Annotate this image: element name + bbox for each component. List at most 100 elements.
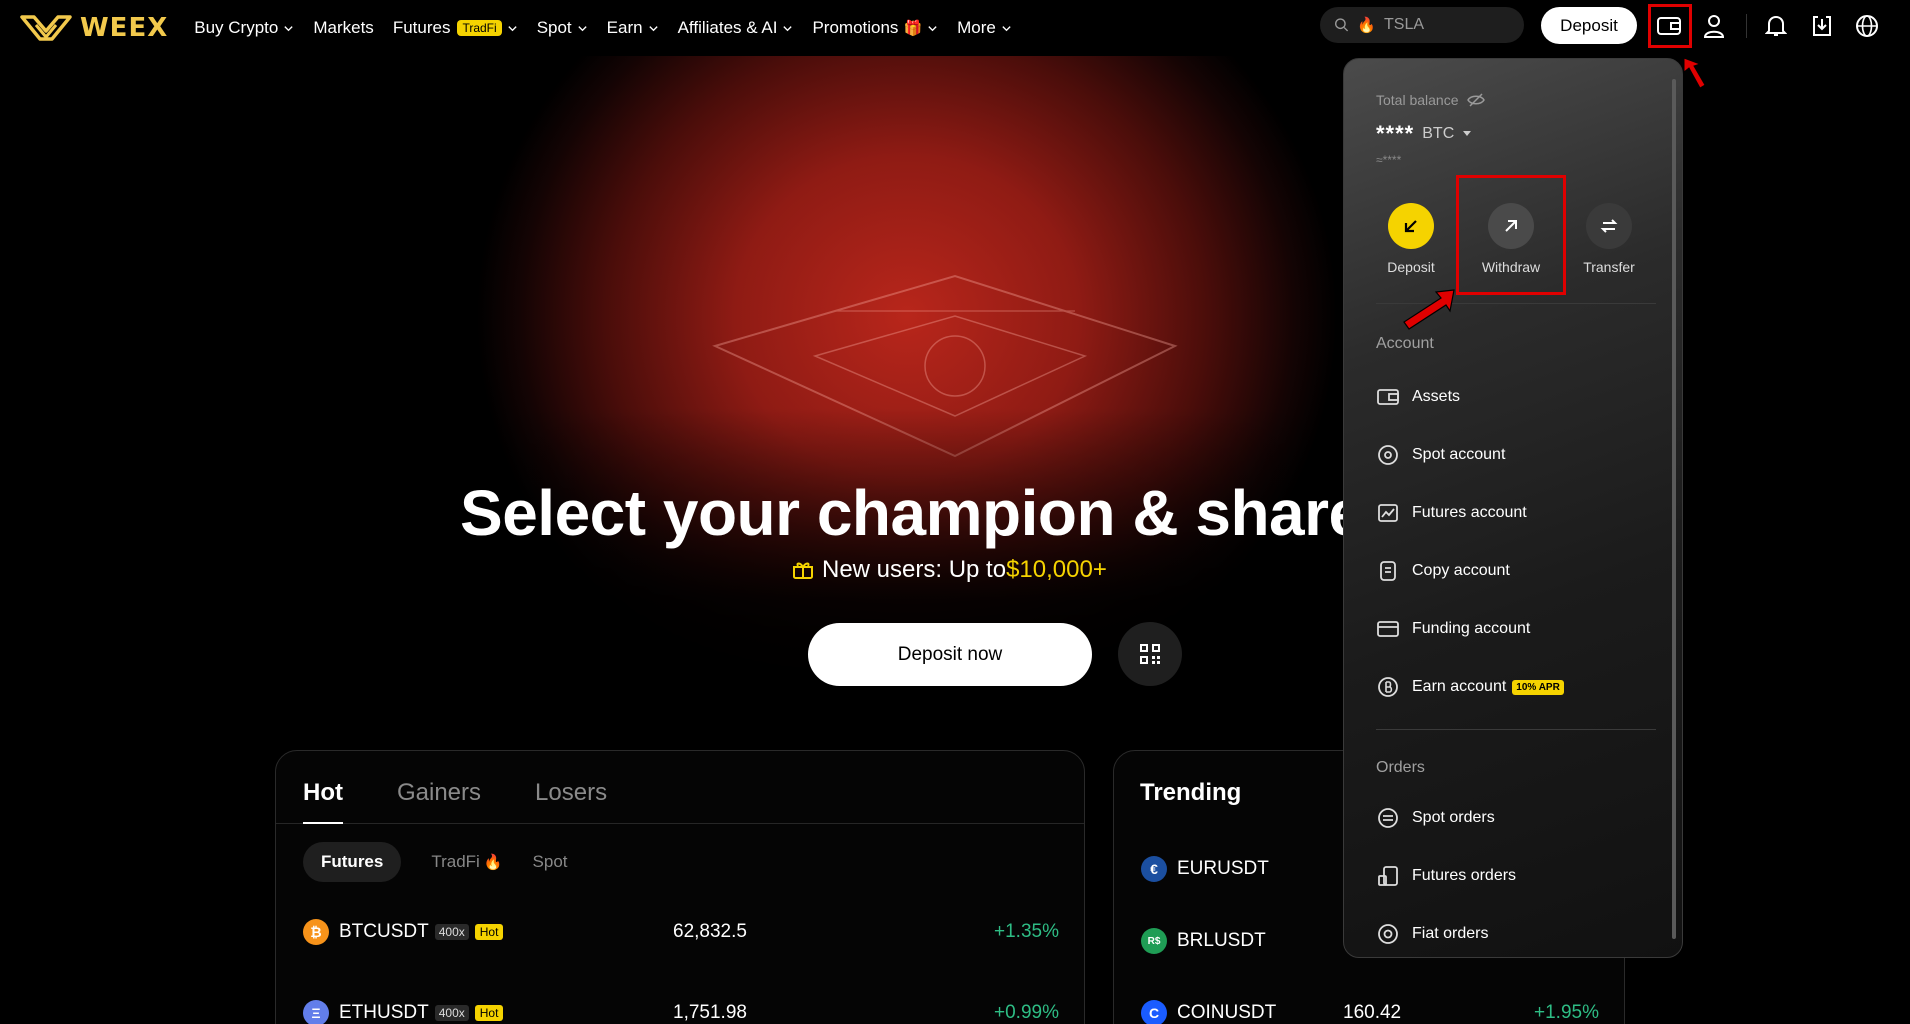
subtab-tradfi[interactable]: TradFi 🔥 bbox=[431, 852, 502, 872]
menu-label: Spot orders bbox=[1412, 809, 1495, 826]
deposit-now-button[interactable]: Deposit now bbox=[808, 623, 1092, 686]
deposit-button[interactable]: Deposit bbox=[1541, 7, 1637, 44]
menu-label: Funding account bbox=[1412, 620, 1531, 637]
menu-futures-orders[interactable]: Futures orders bbox=[1376, 861, 1656, 891]
nav-label: Promotions bbox=[812, 18, 899, 37]
wallet-transfer-action[interactable]: Transfer bbox=[1564, 203, 1654, 275]
eye-off-icon[interactable] bbox=[1466, 93, 1485, 107]
transfer-icon bbox=[1586, 203, 1632, 249]
symbol: EURUSDT bbox=[1177, 858, 1269, 879]
menu-spot-account[interactable]: Spot account bbox=[1376, 440, 1656, 470]
copy-icon bbox=[1380, 561, 1396, 581]
price: 160.42 bbox=[1343, 1002, 1402, 1023]
nav-earn[interactable]: Earn bbox=[607, 18, 659, 38]
bell-icon bbox=[1765, 15, 1787, 36]
nav-spot[interactable]: Spot bbox=[537, 18, 588, 38]
qr-code-icon bbox=[1140, 644, 1160, 664]
trending-row[interactable]: C COINUSDT 160.42 +1.95% bbox=[1114, 993, 1626, 1024]
qr-code-button[interactable] bbox=[1118, 622, 1182, 686]
tab-losers[interactable]: Losers bbox=[535, 779, 607, 824]
nav-buy-crypto[interactable]: Buy Crypto bbox=[194, 18, 294, 38]
coinbase-coin-icon: C bbox=[1141, 1000, 1167, 1024]
change: +1.35% bbox=[994, 921, 1059, 942]
menu-label: Assets bbox=[1412, 388, 1461, 405]
leverage-badge: 400x bbox=[434, 924, 469, 940]
hero-subtitle: New users: Up to $10,000+ bbox=[792, 556, 1107, 584]
chevron-down-icon bbox=[648, 25, 658, 31]
hot-badge: Hot bbox=[474, 1005, 504, 1021]
market-row[interactable]: ₿ BTCUSDT 400x Hot 62,832.5 +1.35% bbox=[276, 912, 1086, 952]
nav-markets[interactable]: Markets bbox=[313, 18, 373, 38]
total-balance-text: Total balance bbox=[1376, 92, 1459, 108]
menu-futures-account[interactable]: Futures account bbox=[1376, 498, 1656, 528]
nav-label: Markets bbox=[313, 18, 374, 37]
wallet-icon bbox=[1377, 389, 1399, 405]
nav-more[interactable]: More bbox=[957, 18, 1012, 38]
apr-badge: 10% APR bbox=[1512, 679, 1564, 695]
search-input[interactable] bbox=[1384, 16, 1524, 34]
globe-icon bbox=[1856, 15, 1878, 37]
menu-spot-orders[interactable]: Spot orders bbox=[1376, 803, 1656, 833]
download-button[interactable] bbox=[1808, 12, 1836, 40]
leverage-badge: 400x bbox=[434, 1005, 469, 1021]
top-nav: WEEX Buy Crypto Markets Futures TradFi S… bbox=[0, 0, 1910, 56]
chevron-down-icon bbox=[284, 25, 293, 31]
change: +0.99% bbox=[994, 1002, 1059, 1023]
wallet-dropdown: Total balance **** BTC ≈**** Deposit Wit… bbox=[1343, 58, 1683, 958]
weex-logo[interactable]: WEEX bbox=[20, 13, 168, 43]
gift-icon: 🎁 bbox=[903, 20, 923, 37]
market-panel: Hot Gainers Losers Futures TradFi 🔥 Spot… bbox=[275, 750, 1085, 1024]
total-balance-label: Total balance bbox=[1376, 92, 1485, 108]
dropdown-scrollbar[interactable] bbox=[1672, 79, 1676, 939]
search-box[interactable]: 🔥 bbox=[1320, 7, 1524, 43]
change: +1.95% bbox=[1534, 1002, 1599, 1023]
symbol: ETHUSDT bbox=[339, 1002, 429, 1023]
withdraw-highlight-box bbox=[1456, 175, 1566, 295]
weex-logo-icon bbox=[20, 15, 72, 41]
user-button[interactable] bbox=[1700, 12, 1728, 40]
card-icon bbox=[1377, 621, 1399, 637]
futures-icon bbox=[1378, 504, 1398, 522]
nav-divider bbox=[1746, 14, 1747, 38]
brl-coin-icon: R$ bbox=[1141, 928, 1167, 954]
search-icon bbox=[1335, 18, 1349, 32]
market-tabs: Hot Gainers Losers bbox=[276, 751, 1084, 824]
earn-icon bbox=[1378, 677, 1398, 697]
nav-label: More bbox=[957, 18, 996, 37]
download-icon bbox=[1813, 16, 1831, 36]
menu-funding-account[interactable]: Funding account bbox=[1376, 614, 1656, 644]
nav-affiliates-ai[interactable]: Affiliates & AI bbox=[678, 18, 794, 38]
caret-down-icon[interactable] bbox=[1462, 130, 1472, 138]
nav-futures[interactable]: Futures TradFi bbox=[393, 18, 518, 38]
menu-label: Futures account bbox=[1412, 504, 1527, 521]
eur-coin-icon: € bbox=[1141, 856, 1167, 882]
market-row[interactable]: Ξ ETHUSDT 400x Hot 1,751.98 +0.99% bbox=[276, 993, 1086, 1024]
menu-label: Fiat orders bbox=[1412, 925, 1489, 942]
hot-badge: Hot bbox=[474, 924, 504, 940]
orders-section-title: Orders bbox=[1376, 759, 1425, 776]
market-subtabs: Futures TradFi 🔥 Spot bbox=[276, 824, 1084, 899]
nav-promotions[interactable]: Promotions 🎁 bbox=[812, 18, 938, 38]
chevron-down-icon bbox=[578, 25, 587, 31]
menu-fiat-orders[interactable]: Fiat orders bbox=[1376, 919, 1656, 949]
menu-earn-account[interactable]: Earn account 10% APR bbox=[1376, 672, 1656, 702]
nav-label: Futures bbox=[392, 18, 451, 37]
price: 1,751.98 bbox=[673, 1002, 747, 1023]
fiat-orders-icon bbox=[1378, 924, 1398, 944]
menu-copy-account[interactable]: Copy account bbox=[1376, 556, 1656, 586]
wallet-deposit-action[interactable]: Deposit bbox=[1366, 203, 1456, 275]
tab-hot[interactable]: Hot bbox=[303, 779, 343, 824]
subtab-futures[interactable]: Futures bbox=[303, 841, 402, 882]
language-button[interactable] bbox=[1853, 12, 1881, 40]
subtab-spot[interactable]: Spot bbox=[533, 852, 568, 872]
price: 62,832.5 bbox=[673, 921, 747, 942]
tab-gainers[interactable]: Gainers bbox=[397, 779, 481, 824]
spot-icon bbox=[1378, 445, 1398, 465]
menu-assets[interactable]: Assets bbox=[1376, 382, 1656, 412]
action-label: Deposit bbox=[1387, 259, 1435, 275]
symbol: BTCUSDT bbox=[339, 921, 429, 942]
spot-orders-icon bbox=[1378, 808, 1398, 828]
trending-title: Trending bbox=[1140, 779, 1242, 806]
balance-currency[interactable]: BTC bbox=[1422, 125, 1454, 143]
notifications-button[interactable] bbox=[1762, 12, 1790, 40]
